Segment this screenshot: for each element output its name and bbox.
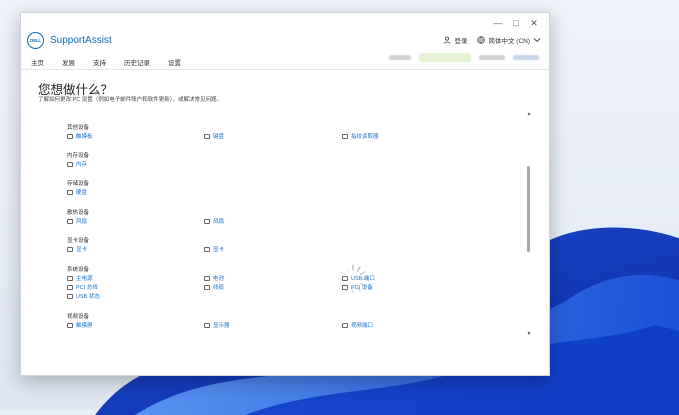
link-label: 电池 [213,276,225,282]
arrow-up-icon[interactable]: ▲ [526,111,532,117]
blurred-status-area [389,53,539,62]
section-title-other: 其他设备 [67,125,90,131]
link-label: 触摸屏 [76,323,93,329]
link-label: 硬盘 [76,190,88,196]
supportassist-window: — □ ✕ DELL SupportAssist 登录 简体中文 (CN) 主页… [20,12,550,376]
link-video-port[interactable]: 视频端口 [342,321,373,329]
link-fingerprint-reader[interactable]: 指纹读取器 [342,132,379,140]
link-label: 显卡 [76,247,88,253]
section-title-cooling: 散热设备 [67,210,90,216]
section-title-graphics: 显卡设备 [67,238,90,244]
link-battery[interactable]: 电池 [204,274,224,282]
loading-spinner-icon [338,264,368,294]
link-label: 风扇 [76,219,88,225]
link-keyboard[interactable]: 键盘 [204,132,224,140]
section-title-storage: 存储设备 [67,181,90,187]
graphics-card-icon [67,246,73,252]
touchpad-icon [67,133,73,139]
arrow-down-icon[interactable]: ▼ [526,331,532,337]
link-fan-1[interactable]: 风扇 [67,217,87,225]
minimize-button[interactable]: — [489,16,507,30]
pci-bus-icon [67,284,73,290]
person-icon [444,36,451,44]
link-memory[interactable]: 内存 [67,160,87,168]
link-label: 内存 [76,162,88,168]
link-graphics-card-2[interactable]: 显卡 [204,245,224,253]
link-graphics-card-1[interactable]: 显卡 [67,245,87,253]
window-caption-buttons: — □ ✕ [489,16,543,30]
fan-icon [204,218,210,224]
link-hard-drive[interactable]: 硬盘 [67,188,87,196]
link-usb-status[interactable]: USB 状态 [67,292,100,300]
section-title-memory: 内存设备 [67,153,90,159]
link-monitor[interactable]: 显示器 [204,321,230,329]
keyboard-icon [204,133,210,139]
link-label: 指纹读取器 [351,134,379,140]
dell-logo: DELL [27,32,44,49]
app-brand: DELL SupportAssist [27,32,112,49]
link-label: 显示器 [213,323,230,329]
link-label: 风扇 [213,219,225,225]
app-title: SupportAssist [50,35,112,46]
link-ac-power[interactable]: 主电源 [67,274,93,282]
language-selector[interactable]: 简体中文 (CN) [477,35,541,45]
usb-icon [67,293,73,299]
vertical-scrollbar[interactable]: ▲ ▼ [526,111,532,337]
hard-drive-icon [67,189,73,195]
chevron-down-icon [533,38,541,43]
link-label: 显卡 [213,247,225,253]
section-title-system: 系统设备 [67,267,90,273]
blurred-link-placeholder [479,55,505,60]
link-label: 键盘 [213,134,225,140]
link-label: USB 状态 [76,294,100,300]
link-cables[interactable]: 线缆 [204,283,224,291]
battery-icon [204,275,210,281]
link-touchscreen[interactable]: 触摸屏 [67,321,93,329]
fingerprint-icon [342,133,348,139]
link-touchpad[interactable]: 触摸板 [67,132,93,140]
graphics-card-icon [204,246,210,252]
header-divider [21,69,549,70]
blurred-link-placeholder [513,55,539,60]
link-fan-2[interactable]: 风扇 [204,217,224,225]
blurred-status-placeholder [389,55,411,60]
globe-icon [477,36,486,44]
section-title-video: 视频设备 [67,314,90,320]
link-label: 线缆 [213,285,225,291]
video-port-icon [342,322,348,328]
power-icon [67,275,73,281]
monitor-icon [204,322,210,328]
login-label: 登录 [454,38,468,45]
touchscreen-icon [67,322,73,328]
link-label: 视频端口 [351,323,374,329]
page-subtitle: 了解如何更改 PC 设置（例如电子邮件账户和软件更新），或解决常见问题。 [38,97,222,103]
scrollbar-thumb[interactable] [527,166,530,252]
link-label: 触摸板 [76,134,93,140]
memory-icon [67,161,73,167]
language-label: 简体中文 (CN) [488,38,530,45]
blurred-plan-badge [419,53,471,62]
maximize-button[interactable]: □ [507,16,525,30]
cable-icon [204,284,210,290]
fan-icon [67,218,73,224]
close-button[interactable]: ✕ [525,16,543,30]
link-pci-bus[interactable]: PCI 总线 [67,283,98,291]
link-label: PCI 总线 [76,285,98,291]
link-label: 主电源 [76,276,93,282]
top-right-controls: 登录 简体中文 (CN) [443,35,541,45]
login-button[interactable]: 登录 [443,35,467,45]
